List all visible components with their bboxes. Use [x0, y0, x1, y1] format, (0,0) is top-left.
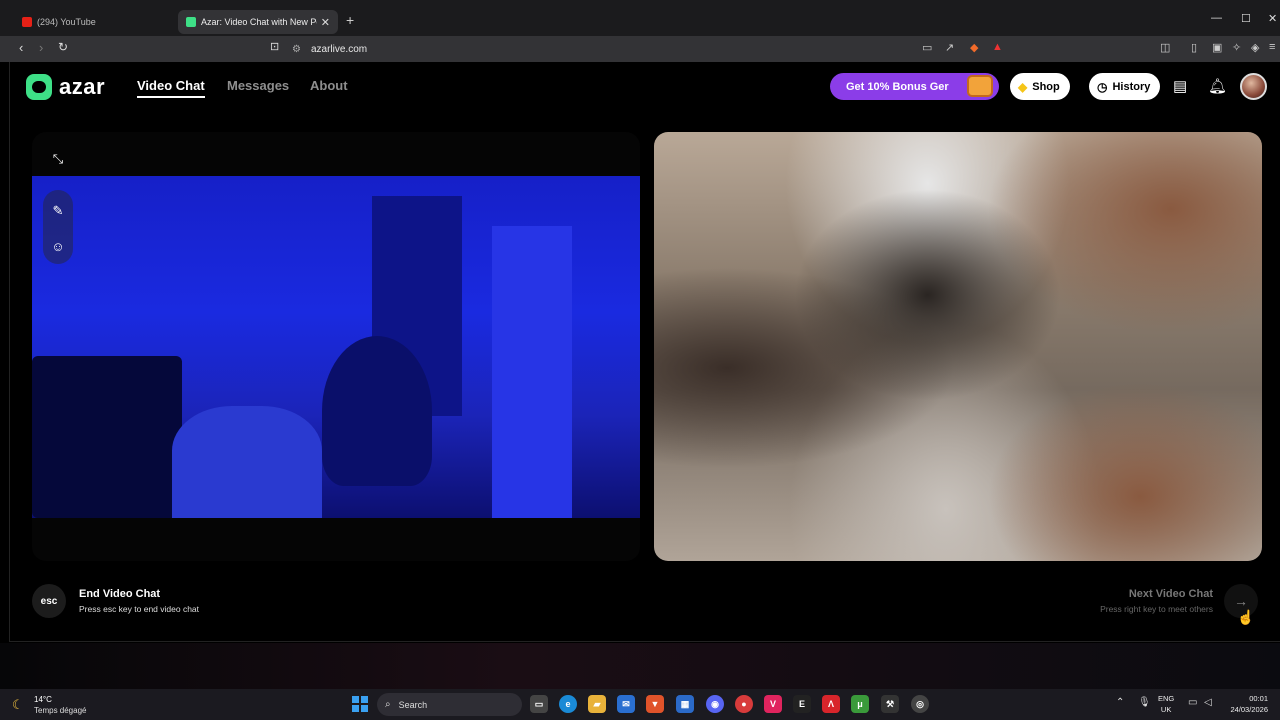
- url-text: azarlive.com: [310, 43, 368, 55]
- browser-toolbar: ‹ › ↻ ⊡ ⚙ azarlive.com ▭ ↗ ◆ ▲ ◫ ▯ ▣ ✧ ◈…: [0, 36, 1280, 62]
- clock-time: 00:01: [1249, 694, 1268, 703]
- minimize-icon[interactable]: —: [1211, 12, 1222, 24]
- forward-icon[interactable]: ›: [39, 40, 43, 55]
- brave-icon[interactable]: ▼: [646, 695, 664, 713]
- discord-icon[interactable]: ◉: [706, 695, 724, 713]
- volume-icon[interactable]: ◁: [1204, 697, 1212, 708]
- search-label: Search: [398, 699, 428, 710]
- next-video-chat-hint: Press right key to meet others: [1100, 604, 1213, 614]
- avatar[interactable]: [1240, 73, 1267, 100]
- esc-key-button[interactable]: esc: [32, 584, 66, 618]
- tab-title: Azar: Video Chat with New Pe: [201, 17, 317, 27]
- partner-video-panel: [654, 132, 1262, 561]
- brave-rewards-icon[interactable]: ▲: [992, 41, 1003, 53]
- lang-code: ENG: [1158, 694, 1175, 703]
- screenshot-icon[interactable]: ◫: [1160, 41, 1170, 54]
- bookmark-icon[interactable]: ⊡: [270, 40, 279, 53]
- mail-icon[interactable]: ✉: [617, 695, 635, 713]
- tool-icon[interactable]: ⚒: [881, 695, 899, 713]
- edge-icon[interactable]: e: [559, 695, 577, 713]
- site-settings-icon[interactable]: ⚙: [292, 44, 301, 55]
- app-red-icon[interactable]: ●: [735, 695, 753, 713]
- close-tab-icon[interactable]: ✕: [321, 16, 330, 29]
- tab-youtube[interactable]: (294) YouTube: [14, 10, 174, 34]
- gem-icon: ◆: [1018, 79, 1028, 94]
- cast-icon[interactable]: ▭: [922, 41, 932, 54]
- system-clock[interactable]: 00:01 24/03/2026: [1225, 693, 1268, 715]
- azar-favicon-icon: [186, 17, 196, 27]
- weather-temperature[interactable]: 14°C: [34, 695, 52, 704]
- microphone-icon[interactable]: 🎙︎: [1138, 697, 1151, 708]
- windows-taskbar: ☾ 14°C Temps dégagé ⌕ Search ▭ e ▰ ✉ ▼ ▦…: [0, 689, 1280, 720]
- treasure-chest-icon: [967, 75, 993, 97]
- start-button[interactable]: [352, 696, 368, 712]
- history-label: History: [1112, 80, 1151, 93]
- hand-cursor-icon: ☝: [1237, 609, 1255, 625]
- nav-about[interactable]: About: [310, 78, 348, 93]
- desktop-background: [0, 643, 1280, 689]
- inbox-icon[interactable]: ▤: [1173, 77, 1187, 95]
- file-explorer-icon[interactable]: ▰: [588, 695, 606, 713]
- bonus-label: Get 10% Bonus Ger: [846, 80, 949, 93]
- shop-button[interactable]: ◆ Shop: [1010, 73, 1070, 100]
- new-tab-button[interactable]: +: [346, 12, 354, 28]
- clock-date: 24/03/2026: [1230, 705, 1268, 714]
- task-view-icon[interactable]: ▭: [530, 695, 548, 713]
- shop-label: Shop: [1032, 80, 1060, 93]
- address-bar[interactable]: ⚙ azarlive.com: [284, 38, 1014, 60]
- search-icon: ⌕: [385, 699, 391, 710]
- azar-page: azar Video Chat Messages About Get 10% B…: [9, 62, 1280, 642]
- azar-logo-icon: [26, 74, 52, 100]
- sidebar-icon[interactable]: ▯: [1191, 41, 1197, 54]
- epic-games-icon[interactable]: E: [793, 695, 811, 713]
- taskbar-search[interactable]: ⌕ Search: [377, 693, 522, 716]
- reload-icon[interactable]: ↻: [58, 40, 68, 54]
- logo-text: azar: [59, 74, 106, 99]
- nav-messages[interactable]: Messages: [227, 78, 289, 93]
- end-video-chat-hint: Press esc key to end video chat: [79, 604, 200, 614]
- back-icon[interactable]: ‹: [19, 40, 23, 55]
- tab-title: (294) YouTube: [37, 17, 96, 27]
- clock-icon: ◷: [1097, 79, 1108, 94]
- obs-icon[interactable]: ◎: [911, 695, 929, 713]
- maximize-icon[interactable]: ☐: [1241, 12, 1251, 25]
- browser-tabstrip: (294) YouTube Azar: Video Chat with New …: [0, 0, 1280, 40]
- tray-chevron-icon[interactable]: ⌃: [1116, 697, 1124, 708]
- share-icon[interactable]: ↗: [945, 41, 954, 54]
- language-indicator[interactable]: ENG UK: [1158, 693, 1174, 715]
- vpn-icon[interactable]: ◈: [1251, 41, 1259, 54]
- my-camera-feed: [32, 176, 640, 518]
- valorant-icon[interactable]: V: [764, 695, 782, 713]
- wallet-icon[interactable]: ▣: [1212, 41, 1222, 54]
- lang-region: UK: [1160, 705, 1172, 714]
- bell-icon[interactable]: 🔔︎: [1208, 77, 1227, 95]
- esc-key-label: esc: [40, 595, 58, 607]
- nav-video-chat[interactable]: Video Chat: [137, 78, 205, 98]
- face-filter-icon[interactable]: ☺: [45, 233, 71, 259]
- tab-azar[interactable]: Azar: Video Chat with New Pe ✕: [178, 10, 338, 34]
- close-window-icon[interactable]: ✕: [1268, 12, 1277, 25]
- leo-ai-icon[interactable]: ✧: [1232, 41, 1241, 54]
- store-icon[interactable]: ▦: [676, 695, 694, 713]
- my-video-panel: ⤡ ✎ ☺: [32, 132, 640, 561]
- minimize-video-icon[interactable]: ⤡: [45, 146, 71, 172]
- brave-shields-icon[interactable]: ◆: [970, 41, 978, 54]
- weather-description[interactable]: Temps dégagé: [34, 706, 86, 715]
- next-video-chat-title[interactable]: Next Video Chat: [1129, 588, 1213, 600]
- bonus-gems-button[interactable]: Get 10% Bonus Ger: [830, 73, 999, 100]
- menu-icon[interactable]: ≡: [1269, 41, 1275, 53]
- riot-icon[interactable]: Λ: [822, 695, 840, 713]
- utorrent-icon[interactable]: μ: [851, 695, 869, 713]
- arrow-right-icon: →: [1234, 593, 1248, 609]
- network-icon[interactable]: ▭: [1188, 697, 1197, 708]
- moon-weather-icon[interactable]: ☾: [12, 697, 24, 713]
- magic-wand-icon[interactable]: ✎: [45, 198, 71, 224]
- history-button[interactable]: ◷ History: [1089, 73, 1161, 100]
- azar-logo[interactable]: azar: [26, 74, 105, 100]
- youtube-icon: [22, 17, 32, 27]
- end-video-chat-title[interactable]: End Video Chat: [79, 588, 160, 600]
